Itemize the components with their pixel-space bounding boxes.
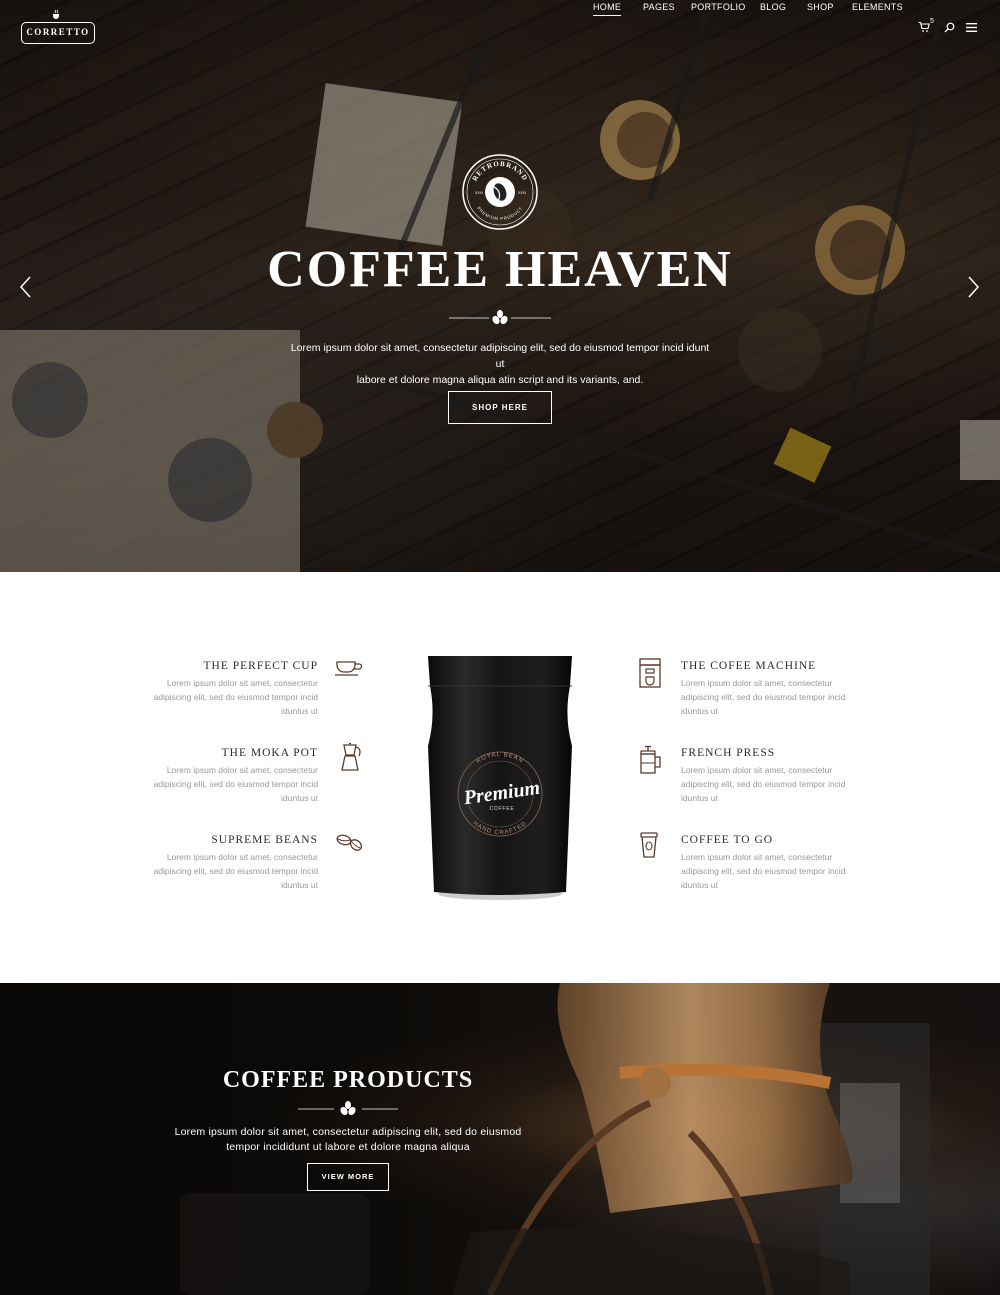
hero-description: Lorem ipsum dolor sit amet, consectetur …	[290, 342, 710, 386]
feature-text: Lorem ipsum dolor sit amet, consectetur a…	[681, 765, 846, 803]
feature-perfect-cup: THE PERFECT CUP Lorem ipsum dolor sit am…	[118, 660, 318, 718]
cup-icon	[335, 661, 363, 676]
menu-icon[interactable]	[966, 23, 977, 32]
shop-here-button[interactable]: SHOP HERE	[448, 391, 552, 424]
hero-title: COFFEE HEAVEN	[267, 241, 733, 298]
nav-portfolio[interactable]: PORTFOLIO	[691, 0, 746, 16]
feature-french-press: FRENCH PRESS Lorem ipsum dolor sit amet,…	[681, 747, 881, 805]
moka-pot-icon	[341, 743, 361, 771]
products-section: COFFEE PRODUCTS Lorem ipsum dolor sit am…	[0, 983, 1000, 1295]
logo-cup-icon	[53, 9, 59, 19]
coffee-bean-divider-icon	[298, 1101, 398, 1116]
coffee-machine-icon	[639, 658, 661, 688]
products-description: Lorem ipsum dolor sit amet, consectetur …	[174, 1126, 522, 1153]
view-more-button[interactable]: VIEW MORE	[307, 1163, 389, 1191]
feature-text: Lorem ipsum dolor sit amet, consectetur a…	[153, 765, 318, 803]
nav-pages[interactable]: PAGES	[643, 0, 675, 16]
nav-blog[interactable]: BLOG	[760, 0, 786, 16]
coffee-pouch-image: ROYAL BEAN HAND CRAFTED Premium COFFEE	[428, 656, 572, 900]
feature-text: Lorem ipsum dolor sit amet, consectetur a…	[153, 678, 318, 716]
feature-title: FRENCH PRESS	[681, 747, 776, 759]
feature-title: THE PERFECT CUP	[203, 660, 318, 672]
hero-slider: CORRETTO HOME PAGES PORTFOLIO BLOG SHOP …	[0, 0, 1000, 572]
feature-coffee-to-go: COFFEE TO GO Lorem ipsum dolor sit amet,…	[681, 834, 881, 892]
retrobrand-badge: RETROBRAND PREMIUM PRODUCT XXXI XXXI	[462, 154, 538, 230]
nav-home[interactable]: HOME	[593, 0, 622, 16]
feature-title: THE COFEE MACHINE	[681, 660, 817, 672]
feature-text: Lorem ipsum dolor sit amet, consectetur a…	[681, 852, 846, 890]
products-title: COFFEE PRODUCTS	[222, 1067, 474, 1093]
feature-moka-pot: THE MOKA POT Lorem ipsum dolor sit amet,…	[118, 747, 318, 805]
badge-right-mark: XXXI	[518, 191, 526, 195]
cart-count-badge: 5	[930, 18, 934, 25]
nav-shop[interactable]: SHOP	[807, 0, 834, 16]
svg-text:PREMIUM PRODUCT: PREMIUM PRODUCT	[476, 206, 524, 221]
feature-text: Lorem ipsum dolor sit amet, consectetur a…	[681, 678, 846, 716]
feature-title: COFFEE TO GO	[681, 834, 774, 846]
pouch-small-text: COFFEE	[489, 806, 514, 812]
site-logo[interactable]: CORRETTO	[21, 22, 95, 44]
nav-elements[interactable]: ELEMENTS	[852, 0, 903, 16]
feature-text: Lorem ipsum dolor sit amet, consectetur a…	[153, 852, 318, 890]
cart-icon[interactable]	[918, 21, 930, 33]
badge-left-mark: XXXI	[475, 191, 483, 195]
feature-title: THE MOKA POT	[221, 747, 318, 759]
feature-coffee-machine: THE COFEE MACHINE Lorem ipsum dolor sit …	[681, 660, 881, 718]
badge-bottom-text: PREMIUM PRODUCT	[476, 206, 523, 221]
coffee-beans-icon	[336, 834, 363, 851]
feature-title: SUPREME BEANS	[211, 834, 318, 846]
coffee-bean-divider-icon	[449, 310, 551, 325]
french-press-icon	[640, 745, 661, 774]
to-go-cup-icon	[640, 832, 658, 858]
feature-supreme-beans: SUPREME BEANS Lorem ipsum dolor sit amet…	[118, 834, 318, 892]
search-icon[interactable]	[944, 22, 955, 33]
